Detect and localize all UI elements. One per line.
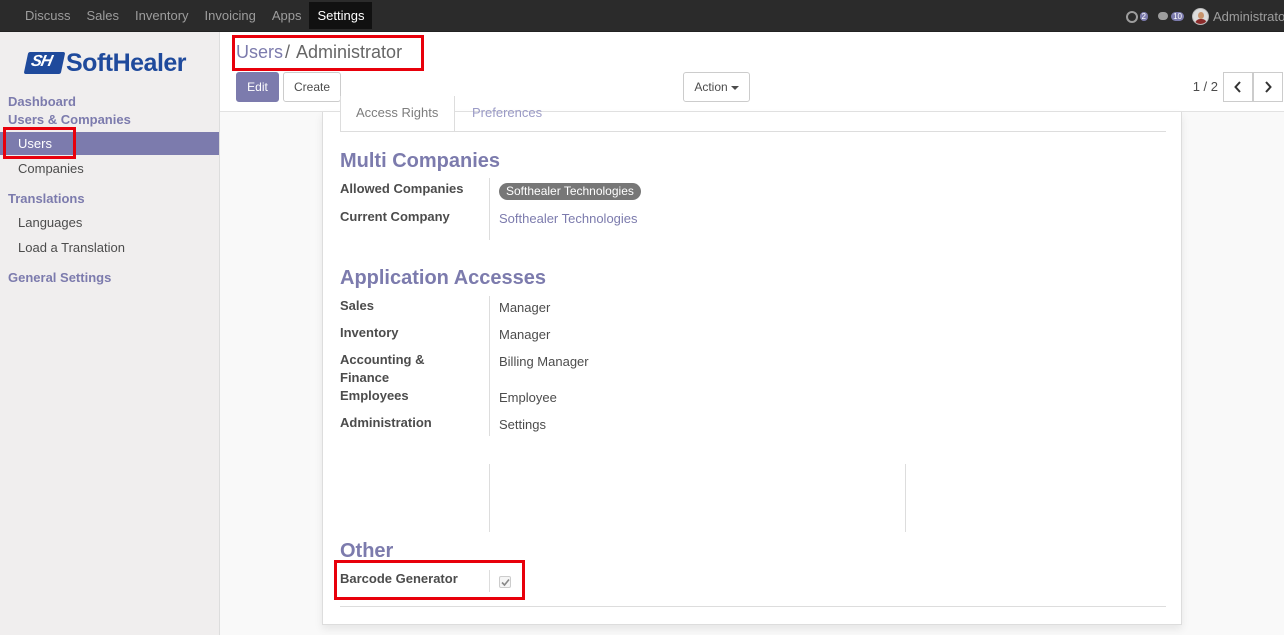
field-divider bbox=[905, 464, 906, 532]
section-title-application-accesses: Application Accesses bbox=[340, 267, 547, 289]
allowed-company-tag[interactable]: Softhealer Technologies bbox=[499, 183, 641, 200]
section-title-multi-companies: Multi Companies bbox=[340, 150, 501, 172]
sidebar-item-languages[interactable]: Languages bbox=[18, 215, 82, 230]
user-avatar[interactable] bbox=[1192, 7, 1209, 25]
label-administration: Administration bbox=[340, 415, 432, 430]
sidebar-users-companies[interactable]: Users & Companies bbox=[8, 112, 131, 127]
sidebar-item-companies[interactable]: Companies bbox=[18, 161, 84, 176]
menu-inventory[interactable]: Inventory bbox=[127, 0, 196, 32]
field-divider bbox=[489, 178, 490, 240]
systray: 2 10 Administrator bbox=[1126, 0, 1284, 32]
edit-button[interactable]: Edit bbox=[236, 72, 279, 102]
create-button[interactable]: Create bbox=[283, 72, 341, 102]
highlight-box-breadcrumb bbox=[232, 35, 424, 71]
label-employees: Employees bbox=[340, 388, 409, 403]
sidebar-translations[interactable]: Translations bbox=[8, 191, 85, 206]
value-administration[interactable]: Settings bbox=[499, 417, 546, 432]
softhealer-logo: SH SoftHealer bbox=[23, 49, 196, 77]
menu-discuss[interactable]: Discuss bbox=[17, 0, 79, 32]
value-employees[interactable]: Employee bbox=[499, 390, 557, 405]
caret-down-icon bbox=[730, 85, 739, 90]
value-sales[interactable]: Manager bbox=[499, 300, 550, 315]
tab-preferences[interactable]: Preferences bbox=[472, 105, 542, 120]
menu-settings[interactable]: Settings bbox=[309, 2, 373, 29]
pager-value[interactable]: 1 / 2 bbox=[1193, 79, 1218, 94]
user-menu-name[interactable]: Administrator bbox=[1213, 9, 1284, 24]
messages-button[interactable]: 10 bbox=[1158, 9, 1184, 23]
action-label: Action bbox=[694, 80, 728, 94]
sidebar: SH SoftHealer Dashboard Users & Companie… bbox=[0, 32, 220, 635]
menu-sales[interactable]: Sales bbox=[79, 0, 128, 32]
activity-button[interactable]: 2 bbox=[1126, 9, 1148, 23]
sidebar-general-settings[interactable]: General Settings bbox=[8, 270, 111, 285]
clock-icon bbox=[1126, 11, 1138, 23]
tab-divider bbox=[340, 131, 1166, 132]
value-accounting[interactable]: Billing Manager bbox=[499, 354, 589, 369]
top-navbar: Discuss Sales Inventory Invoicing Apps S… bbox=[0, 0, 1284, 32]
current-company-link[interactable]: Softhealer Technologies bbox=[499, 211, 638, 226]
chevron-left-icon bbox=[1234, 81, 1241, 93]
app-menu: Discuss Sales Inventory Invoicing Apps S… bbox=[17, 0, 373, 32]
field-divider bbox=[489, 296, 490, 436]
value-inventory[interactable]: Manager bbox=[499, 327, 550, 342]
sheet-bottom-divider bbox=[340, 606, 1166, 607]
sidebar-dashboard[interactable]: Dashboard bbox=[8, 94, 76, 109]
label-sales: Sales bbox=[340, 298, 374, 313]
menu-apps[interactable]: Apps bbox=[264, 0, 310, 32]
chat-bubble-icon bbox=[1158, 12, 1168, 20]
highlight-box-barcode bbox=[334, 560, 525, 600]
label-current-company: Current Company bbox=[340, 209, 450, 224]
action-dropdown[interactable]: Action bbox=[683, 72, 750, 102]
highlight-box-users bbox=[3, 127, 76, 159]
message-count-badge: 10 bbox=[1171, 12, 1184, 21]
activity-count-badge: 2 bbox=[1139, 12, 1148, 21]
label-inventory: Inventory bbox=[340, 325, 399, 340]
field-divider bbox=[489, 464, 490, 532]
pager-next-button[interactable] bbox=[1253, 72, 1283, 102]
menu-invoicing[interactable]: Invoicing bbox=[197, 0, 264, 32]
tab-access-rights[interactable]: Access Rights bbox=[340, 96, 455, 132]
pager-previous-button[interactable] bbox=[1223, 72, 1253, 102]
form-sheet: Access Rights Preferences Multi Companie… bbox=[322, 96, 1182, 625]
sidebar-item-load-translation[interactable]: Load a Translation bbox=[18, 240, 125, 255]
chevron-right-icon bbox=[1265, 81, 1272, 93]
label-allowed-companies: Allowed Companies bbox=[340, 181, 464, 196]
label-accounting-line2: Finance bbox=[340, 370, 390, 385]
label-accounting-line1: Accounting & bbox=[340, 352, 425, 367]
